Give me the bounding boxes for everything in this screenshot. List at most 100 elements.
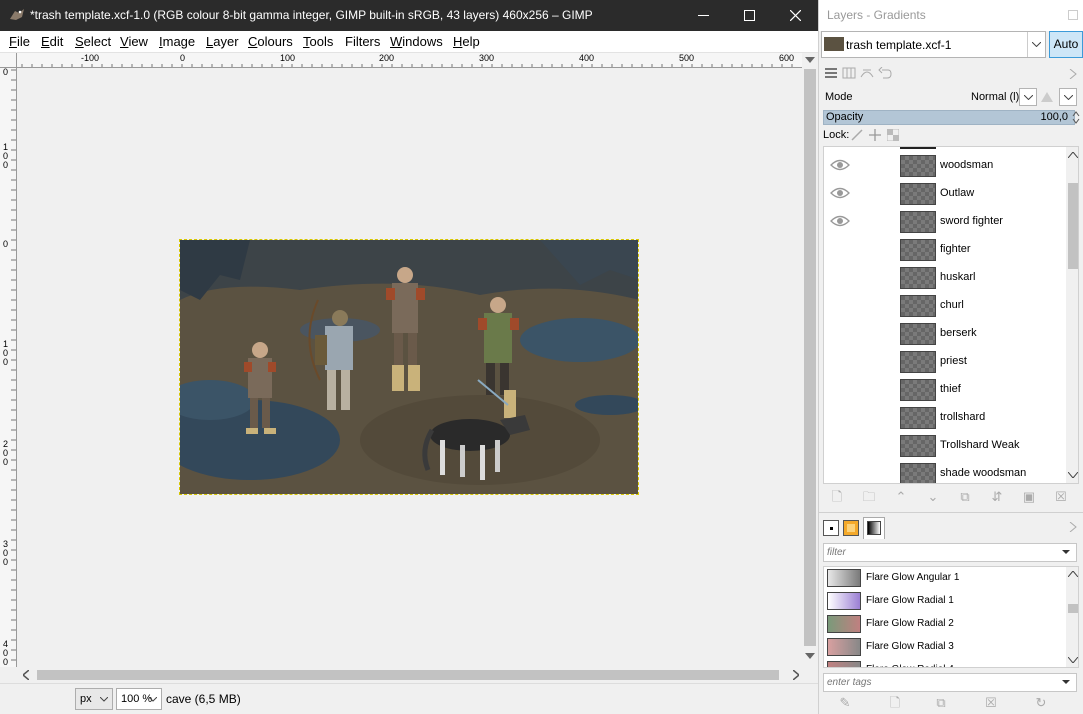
- mode-value[interactable]: Normal (l): [971, 91, 1019, 103]
- mode-group-icon[interactable]: [1039, 90, 1055, 104]
- scroll-up-arrow-icon[interactable]: [1068, 152, 1078, 158]
- gradient-tags-input[interactable]: enter tags: [823, 673, 1077, 692]
- scroll-down-arrow-icon[interactable]: [805, 653, 815, 659]
- layer-row[interactable]: berserk: [824, 320, 1064, 348]
- tab-paths[interactable]: [859, 65, 875, 81]
- dock-restore-icon[interactable]: [1068, 10, 1078, 20]
- auto-button[interactable]: Auto: [1049, 31, 1083, 58]
- visibility-toggle[interactable]: [830, 326, 850, 340]
- lock-alpha-icon[interactable]: [887, 129, 899, 141]
- canvas-vertical-scrollbar[interactable]: [802, 53, 818, 667]
- anchor-layer-icon[interactable]: ⇵: [989, 489, 1005, 505]
- layer-name[interactable]: woodsman: [940, 159, 993, 171]
- gradient-filter-input[interactable]: filter: [823, 543, 1077, 562]
- image-select-toggle[interactable]: [1027, 32, 1045, 57]
- layer-name[interactable]: huskarl: [940, 271, 975, 283]
- lock-position-icon[interactable]: [869, 129, 881, 141]
- layer-row[interactable]: woodsman: [824, 152, 1064, 180]
- visibility-toggle[interactable]: [830, 438, 850, 452]
- layer-name[interactable]: Trollshard Weak: [940, 439, 1019, 451]
- scroll-down-arrow-icon[interactable]: [1068, 472, 1078, 478]
- menu-colours[interactable]: Colours: [248, 34, 293, 49]
- mode-group-dropdown[interactable]: [1059, 88, 1077, 106]
- menu-edit[interactable]: Edit: [41, 34, 63, 49]
- layers-scrollbar[interactable]: [1066, 147, 1078, 483]
- layers-scroll-thumb[interactable]: [1068, 183, 1078, 269]
- tab-menu-icon[interactable]: [1068, 69, 1078, 79]
- image-layer-boundary[interactable]: [179, 239, 639, 495]
- gradients-scroll-thumb[interactable]: [1068, 604, 1078, 613]
- visibility-toggle[interactable]: [830, 242, 850, 256]
- gradients-scrollbar[interactable]: [1066, 567, 1078, 667]
- unit-select[interactable]: px: [75, 688, 113, 710]
- visibility-toggle[interactable]: [830, 158, 850, 172]
- layer-row[interactable]: priest: [824, 348, 1064, 376]
- scroll-up-arrow-icon[interactable]: [1068, 571, 1078, 577]
- visibility-toggle[interactable]: [830, 382, 850, 396]
- scroll-right-arrow-icon[interactable]: [793, 670, 799, 680]
- new-layer-icon[interactable]: 🗋: [829, 489, 845, 505]
- tab-channels[interactable]: [841, 65, 857, 81]
- vertical-scroll-thumb[interactable]: [804, 69, 816, 646]
- menu-file[interactable]: File: [9, 34, 30, 49]
- menu-select[interactable]: Select: [75, 34, 111, 49]
- opacity-spinner-icon[interactable]: [1072, 110, 1080, 125]
- menu-tools[interactable]: Tools: [303, 34, 333, 49]
- layer-row[interactable]: shade woodsman: [824, 460, 1064, 483]
- tab-brushes[interactable]: [823, 520, 839, 536]
- layer-row[interactable]: fighter: [824, 236, 1064, 264]
- layer-name[interactable]: shade woodsman: [940, 467, 1026, 479]
- layers-list[interactable]: woodsman Outlaw sword fighter fighter huskar…: [823, 146, 1079, 484]
- scroll-down-arrow-icon[interactable]: [1068, 657, 1078, 663]
- visibility-toggle[interactable]: [830, 354, 850, 368]
- layer-row[interactable]: Trollshard Weak: [824, 432, 1064, 460]
- gradient-row[interactable]: Flare Glow Angular 1: [824, 567, 1064, 590]
- refresh-gradients-icon[interactable]: ↻: [1033, 695, 1049, 711]
- zoom-select[interactable]: 100 %: [116, 688, 162, 710]
- ruler-corner[interactable]: [0, 53, 17, 68]
- close-button[interactable]: [772, 0, 818, 31]
- horizontal-scroll-thumb[interactable]: [37, 670, 779, 680]
- edit-gradient-icon[interactable]: ✎: [837, 695, 853, 711]
- tab-gradients[interactable]: [863, 517, 885, 539]
- tab-patterns[interactable]: [843, 520, 859, 536]
- new-gradient-icon[interactable]: 🗋: [887, 695, 903, 711]
- tab-layers[interactable]: [823, 65, 839, 81]
- visibility-toggle[interactable]: [830, 410, 850, 424]
- gradients-list[interactable]: Flare Glow Angular 1 Flare Glow Radial 1 F…: [823, 566, 1079, 668]
- new-layer-group-icon[interactable]: 🗀: [861, 489, 877, 505]
- layer-name[interactable]: trollshard: [940, 411, 985, 423]
- layer-name[interactable]: priest: [940, 355, 967, 367]
- image-canvas[interactable]: [17, 68, 802, 667]
- layer-row[interactable]: Outlaw: [824, 180, 1064, 208]
- tab-undo-history[interactable]: [877, 65, 893, 81]
- gradient-row[interactable]: Flare Glow Radial 2: [824, 613, 1064, 636]
- horizontal-ruler[interactable]: -100 0 100 200 300 400 500 600: [17, 53, 802, 68]
- layer-name[interactable]: churl: [940, 299, 964, 311]
- minimize-button[interactable]: [680, 0, 726, 31]
- delete-layer-icon[interactable]: ☒: [1053, 489, 1069, 505]
- visibility-toggle[interactable]: [830, 298, 850, 312]
- maximize-button[interactable]: [726, 0, 772, 31]
- menu-help[interactable]: Help: [453, 34, 480, 49]
- mask-layer-icon[interactable]: ▣: [1021, 489, 1037, 505]
- layer-row[interactable]: churl: [824, 292, 1064, 320]
- lock-pixels-icon[interactable]: [851, 129, 863, 141]
- gradient-row[interactable]: Flare Glow Radial 4: [824, 659, 1064, 667]
- duplicate-layer-icon[interactable]: ⧉: [957, 489, 973, 505]
- menu-layer[interactable]: Layer: [206, 34, 239, 49]
- layer-name[interactable]: Outlaw: [940, 187, 974, 199]
- menu-image[interactable]: Image: [159, 34, 195, 49]
- navigate-icon[interactable]: [805, 57, 815, 63]
- menu-windows[interactable]: Windows: [390, 34, 443, 49]
- layer-name[interactable]: berserk: [940, 327, 977, 339]
- layer-name[interactable]: fighter: [940, 243, 971, 255]
- visibility-toggle[interactable]: [830, 466, 850, 480]
- image-select-dropdown[interactable]: trash template.xcf-1: [821, 31, 1046, 58]
- layer-row[interactable]: thief: [824, 376, 1064, 404]
- mode-dropdown[interactable]: [1019, 88, 1037, 106]
- delete-gradient-icon[interactable]: ☒: [983, 695, 999, 711]
- tab-menu-icon[interactable]: [1068, 522, 1078, 532]
- menu-filters[interactable]: Filters: [345, 34, 380, 49]
- scroll-left-arrow-icon[interactable]: [23, 670, 29, 680]
